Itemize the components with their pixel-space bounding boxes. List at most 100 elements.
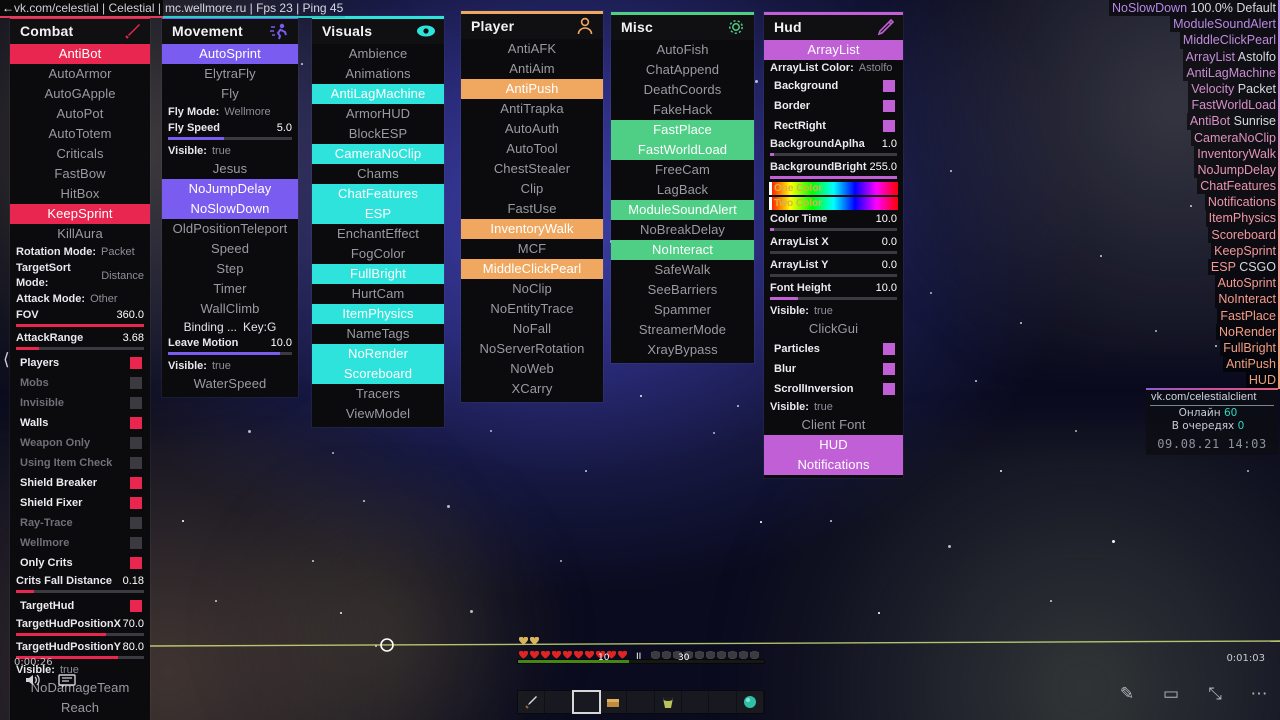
checkbox-box[interactable] [883,363,895,375]
module-clickgui[interactable]: ClickGui [764,319,903,339]
panel-combat-header[interactable]: Combat [10,19,150,44]
module-fastbow[interactable]: FastBow [10,164,150,184]
setting-row[interactable]: Visible: true [764,303,903,319]
hotbar-slot[interactable] [600,691,628,713]
module-streamermode[interactable]: StreamerMode [611,320,754,340]
slider-leave-motion[interactable]: Leave Motion 10.0 [162,335,298,355]
checkbox-box[interactable] [130,417,142,429]
setting-row[interactable]: Visible: true [764,399,903,415]
checkbox-border[interactable]: Border [764,96,903,116]
module-xcarry[interactable]: XCarry [461,379,603,399]
module-wallclimb[interactable]: WallClimb [162,299,298,319]
checkbox-shield-breaker[interactable]: Shield Breaker [10,473,150,493]
slider-backgroundaplha[interactable]: BackgroundAplha 1.0 [764,136,903,156]
panel-movement[interactable]: Movement AutoSprint ElytraFly Fly Fly Mode: W… [162,16,298,397]
module-noweb[interactable]: NoWeb [461,359,603,379]
module-reach[interactable]: Reach [10,698,150,718]
checkbox-box[interactable] [883,80,895,92]
checkbox-rectright[interactable]: RectRight [764,116,903,136]
module-enchanteffect[interactable]: EnchantEffect [312,224,444,244]
module-fastuse[interactable]: FastUse [461,199,603,219]
checkbox-box[interactable] [130,457,142,469]
panel-visuals[interactable]: Visuals Ambience Animations AntiLagMachine A… [312,16,444,427]
module-nojumpdelay[interactable]: NoJumpDelay [162,179,298,199]
slider-fov[interactable]: FOV 360.0 [10,307,150,327]
checkbox-blur[interactable]: Blur [764,359,903,379]
hotbar[interactable] [517,690,765,714]
checkbox-box[interactable] [130,517,142,529]
screenshot-icon[interactable]: ▭ [1160,683,1182,705]
checkbox-box[interactable] [130,437,142,449]
module-autoarmor[interactable]: AutoArmor [10,64,150,84]
module-freecam[interactable]: FreeCam [611,160,754,180]
hotbar-slot[interactable] [627,691,655,713]
slider-track[interactable] [770,228,897,231]
panel-misc-header[interactable]: Misc [611,15,754,40]
module-autogapple[interactable]: AutoGApple [10,84,150,104]
module-arraylist[interactable]: ArrayList [764,40,903,60]
pencil-icon[interactable]: ✎ [1116,683,1138,705]
slider-targethudpositiony[interactable]: TargetHudPositionY 80.0 [10,639,150,659]
slider-arraylist-x[interactable]: ArrayList X 0.0 [764,234,903,254]
module-seebarriers[interactable]: SeeBarriers [611,280,754,300]
panel-player-header[interactable]: Player [461,14,603,39]
module-ambience[interactable]: Ambience [312,44,444,64]
slider-track[interactable] [16,633,144,636]
setting-row[interactable]: TargetSort Mode: Distance [10,260,150,291]
slider-color-time[interactable]: Color Time 10.0 [764,211,903,231]
module-lagback[interactable]: LagBack [611,180,754,200]
module-elytrafly[interactable]: ElytraFly [162,64,298,84]
module-step[interactable]: Step [162,259,298,279]
module-autosprint[interactable]: AutoSprint [162,44,298,64]
color-picker-knob[interactable] [769,182,772,195]
module-autopot[interactable]: AutoPot [10,104,150,124]
setting-row[interactable]: Attack Mode: Other [10,291,150,307]
checkbox-shield-fixer[interactable]: Shield Fixer [10,493,150,513]
module-speed[interactable]: Speed [162,239,298,259]
module-noclip[interactable]: NoClip [461,279,603,299]
module-antitrapka[interactable]: AntiTrapka [461,99,603,119]
module-mcf[interactable]: MCF [461,239,603,259]
setting-row[interactable]: Fly Mode: Wellmore [162,104,298,120]
panel-hud-header[interactable]: Hud [764,15,903,40]
module-viewmodel[interactable]: ViewModel [312,404,444,424]
slider-track[interactable] [770,297,897,300]
checkbox-box[interactable] [130,497,142,509]
keybind-row[interactable]: Binding ... Key:G [162,319,298,335]
module-jesus[interactable]: Jesus [162,159,298,179]
module-fly[interactable]: Fly [162,84,298,104]
color-picker-one-color[interactable]: One Color [769,182,898,195]
module-client-font[interactable]: Client Font [764,415,903,435]
module-fastplace[interactable]: FastPlace [611,120,754,140]
checkbox-scrollinversion[interactable]: ScrollInversion [764,379,903,399]
panel-hud[interactable]: Hud ArrayList ArrayList Color: Astolfo Backg… [764,12,903,478]
checkbox-box[interactable] [130,537,142,549]
checkbox-weapon-only[interactable]: Weapon Only [10,433,150,453]
collapse-icon[interactable]: ⤡ [1204,683,1226,705]
slider-track[interactable] [16,590,144,593]
module-noentitytrace[interactable]: NoEntityTrace [461,299,603,319]
panel-misc[interactable]: Misc AutoFish ChatAppend DeathCoords FakeHac… [611,12,754,363]
checkbox-using-item-check[interactable]: Using Item Check [10,453,150,473]
module-deathcoords[interactable]: DeathCoords [611,80,754,100]
module-notifications[interactable]: Notifications [764,455,903,475]
module-xraybypass[interactable]: XrayBypass [611,340,754,360]
module-hitbox[interactable]: HitBox [10,184,150,204]
module-oldpositionteleport[interactable]: OldPositionTeleport [162,219,298,239]
checkbox-box[interactable] [130,477,142,489]
module-chatfeatures[interactable]: ChatFeatures [312,184,444,204]
checkbox-ray-trace[interactable]: Ray-Trace [10,513,150,533]
module-autotool[interactable]: AutoTool [461,139,603,159]
slider-arraylist-y[interactable]: ArrayList Y 0.0 [764,257,903,277]
color-picker-two-color[interactable]: Two Color [769,197,898,210]
panel-player[interactable]: Player AntiAFK AntiAim AntiPush AntiTrapka Au… [461,11,603,402]
module-noslowdown[interactable]: NoSlowDown [162,199,298,219]
slider-track[interactable] [770,274,897,277]
module-chatappend[interactable]: ChatAppend [611,60,754,80]
hotbar-slot[interactable] [737,691,764,713]
checkbox-box[interactable] [883,100,895,112]
module-inventorywalk[interactable]: InventoryWalk [461,219,603,239]
hotbar-slot[interactable] [655,691,682,713]
checkbox-box[interactable] [130,557,142,569]
panel-visuals-header[interactable]: Visuals [312,19,444,44]
